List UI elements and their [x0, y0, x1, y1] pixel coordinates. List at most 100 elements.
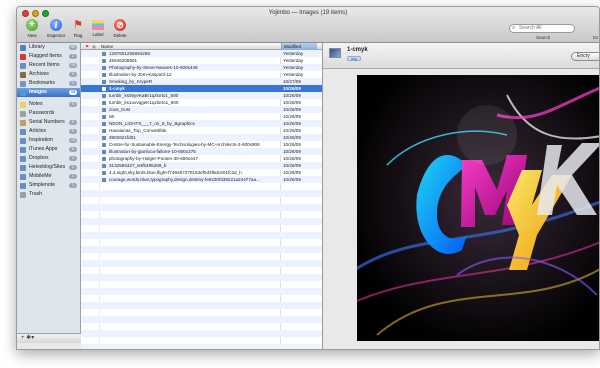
empty-row — [81, 274, 322, 281]
flag-column-icon[interactable]: ⚑ — [85, 43, 89, 50]
sidebar-item-mobileme[interactable]: MobileMe 1 — [17, 172, 80, 181]
row-name: 3132586327_84fb495289_b — [109, 163, 167, 168]
image-item-icon — [102, 156, 106, 161]
table-row[interactable]: NEON_LIGHTS___7_on_8_by_Bgraphics 10/26/0… — [81, 120, 322, 127]
image-item-icon — [102, 177, 106, 182]
sidebar-item-passwords[interactable]: Passwords — [17, 109, 80, 118]
delete-icon: ⊘ — [114, 19, 126, 31]
empty-row — [81, 246, 322, 253]
row-name: tumblr_ks1uvvqgeK1qzlorto1_500 — [109, 100, 179, 105]
collection-icon — [20, 89, 26, 96]
flag-icon: ⚑ — [73, 19, 83, 31]
empty-row — [81, 281, 322, 288]
row-modified-date: 10/26/09 — [283, 114, 301, 119]
sidebar-item-inspiration[interactable]: Inspiration 15 — [17, 136, 80, 145]
sidebar-item-recent-items[interactable]: Recent Items 15 — [17, 61, 80, 70]
table-row[interactable]: 3902621fd01 10/26/09 — [81, 134, 322, 141]
image-item-icon — [102, 128, 106, 133]
row-modified-date: Yesterday — [283, 65, 304, 70]
sidebar-item-helveblog-sites[interactable]: Helveblog/Sites 1 — [17, 163, 80, 172]
delete-button[interactable]: ⊘ Delete — [107, 19, 133, 38]
image-item-icon — [102, 121, 106, 126]
empty-row — [81, 288, 322, 295]
collection-icon — [20, 191, 26, 198]
row-name: Smoking_by_KrypeR — [109, 79, 153, 84]
table-row[interactable]: Photography-by-Steve-Neaves-10-600x449 Ye… — [81, 64, 322, 71]
sidebar-item-label: Serial Numbers — [29, 119, 65, 125]
table-row[interactable]: zoos_trust 10/26/09 — [81, 106, 322, 113]
sidebar-item-library[interactable]: Library 99 — [17, 43, 80, 52]
item-list: ⚑ ◉ Name Modified 1287601255894268 Yester… — [81, 43, 323, 349]
row-modified-date: 10/27/09 — [283, 79, 301, 84]
collection-icon — [20, 62, 26, 69]
sidebar-item-label: Helveblog/Sites — [29, 164, 66, 170]
sidebar-item-serial-numbers[interactable]: Serial Numbers 5 — [17, 118, 80, 127]
label-button-label: Label — [92, 32, 104, 37]
label-column-icon[interactable]: ◉ — [92, 43, 96, 50]
table-row[interactable]: 3132586327_84fb495289_b 10/26/09 — [81, 162, 322, 169]
image-item-icon — [102, 93, 106, 98]
sidebar-item-articles[interactable]: Articles 5 — [17, 127, 80, 136]
sidebar-item-trash[interactable]: Trash — [17, 190, 80, 199]
sidebar-item-images[interactable]: Images 19 — [17, 88, 80, 97]
table-row[interactable]: courage,words,blue,typography,design,des… — [81, 176, 322, 183]
sidebar-item-archives[interactable]: Archives 9 — [17, 70, 80, 79]
sidebar-item-itunes-apps[interactable]: iTunes Apps 6 — [17, 145, 80, 154]
row-modified-date: 10/26/09 — [283, 100, 301, 105]
cmyk-artwork — [357, 75, 599, 341]
image-item-icon — [102, 142, 106, 147]
new-button[interactable]: + New — [19, 19, 45, 38]
table-row[interactable]: Havaianas_Top_Convertible 10/26/09 — [81, 127, 322, 134]
row-name: 1-cmyk — [109, 86, 125, 91]
table-row[interactable]: Centre-for-Sustainable-Energy-Technologi… — [81, 141, 322, 148]
table-row[interactable]: 45646208601 Yesterday — [81, 57, 322, 64]
encrypt-button[interactable]: Encry — [571, 52, 599, 61]
name-column-header[interactable]: Name — [101, 43, 113, 50]
row-modified-date: Yesterday — [283, 51, 304, 56]
sidebar-item-label: Flagged Items — [29, 53, 62, 59]
empty-row — [81, 330, 322, 337]
empty-row — [81, 211, 322, 218]
item-count-badge: 1 — [69, 156, 77, 161]
empty-row — [81, 218, 322, 225]
sidebar-item-label: Notes — [29, 101, 43, 107]
table-row[interactable]: tumblr_ks1uvvqgeK1qzlorto1_500 10/26/09 — [81, 99, 322, 106]
row-name: Centre-for-Sustainable-Energy-Technologi… — [109, 142, 260, 147]
table-row[interactable]: 1287601255894268 Yesterday — [81, 50, 322, 57]
sidebar-item-simplenote[interactable]: Simplenote 1 — [17, 181, 80, 190]
collection-icon — [20, 164, 26, 171]
toolbar: Yojimbo — Images (19 items) + New i Insp… — [17, 7, 599, 43]
row-modified-date: 10/26/09 — [283, 93, 301, 98]
row-name: photography-by-Holger-Pooten-30-600x447 — [109, 156, 198, 161]
search-label: Search — [536, 35, 551, 40]
list-rows: 1287601255894268 Yesterday 45646208601 Yest… — [81, 50, 322, 349]
app-window: Yojimbo — Images (19 items) + New i Insp… — [16, 6, 600, 350]
table-row[interactable]: Illustration-by-Jörn-Kaspuhl-12 Yesterday — [81, 71, 322, 78]
table-row[interactable]: 06 10/26/09 — [81, 113, 322, 120]
table-row[interactable]: Illustration-by-gianluca-fallone-10-600x… — [81, 148, 322, 155]
table-row[interactable]: 4,4,night,sky,birds,blue,flight-f7494672… — [81, 169, 322, 176]
row-modified-date: 10/26/09 — [283, 177, 301, 182]
item-count-badge: 9 — [69, 102, 77, 107]
table-row[interactable]: tumblr_ks05yeKaBr1qzlorto1_500 10/26/09 — [81, 92, 322, 99]
new-button-label: New — [27, 33, 37, 38]
row-modified-date: 10/26/09 — [283, 107, 301, 112]
sidebar-item-bookmarks[interactable]: Bookmarks 4 — [17, 79, 80, 88]
image-item-icon — [102, 100, 106, 105]
item-count-badge: 15 — [69, 138, 77, 143]
preview-tag[interactable]: img — [347, 56, 361, 61]
table-row[interactable]: Smoking_by_KrypeR 10/27/09 — [81, 78, 322, 85]
sidebar-item-dropbox[interactable]: Dropbox 1 — [17, 154, 80, 163]
empty-row — [81, 323, 322, 330]
table-row[interactable]: photography-by-Holger-Pooten-30-600x447 1… — [81, 155, 322, 162]
sidebar-bottom-controls[interactable]: + ✱▾ — [17, 333, 81, 343]
modified-column-header[interactable]: Modified — [281, 43, 317, 50]
sidebar-item-label: Library — [29, 44, 45, 50]
search-input[interactable]: ⌕ Search All — [509, 24, 575, 33]
window-title: Yojimbo — Images (19 items) — [268, 10, 348, 16]
row-modified-date: 10/26/09 — [283, 163, 301, 168]
sidebar-item-notes[interactable]: Notes 9 — [17, 100, 80, 109]
sidebar-item-flagged-items[interactable]: Flagged Items 2 — [17, 52, 80, 61]
table-row[interactable]: 1-cmyk 10/26/09 — [81, 85, 322, 92]
row-name: Havaianas_Top_Convertible — [109, 128, 167, 133]
